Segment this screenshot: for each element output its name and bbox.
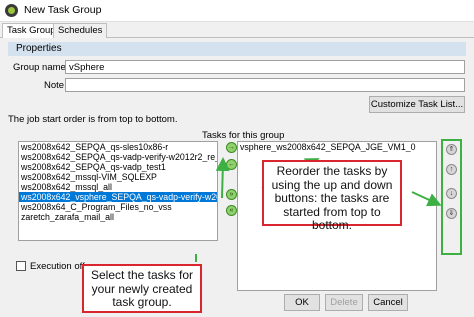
tab-task-group[interactable]: Task Group: [2, 23, 61, 39]
properties-header: Properties: [8, 42, 466, 56]
job-order-note: The job start order is from top to botto…: [8, 114, 178, 125]
add-task-arrow-icon[interactable]: →: [226, 142, 237, 153]
available-task-item[interactable]: ws2008x642_SEPQA_qs-sles10x86-r: [19, 142, 217, 152]
group-task-item[interactable]: vsphere_ws2008x642_SEPQA_JGE_VM1_0: [238, 142, 436, 152]
available-task-item[interactable]: ws2008x642_SEPQA_qs-vadp_test1: [19, 162, 217, 172]
available-task-item[interactable]: ws2008x642_mssql_all: [19, 182, 217, 192]
ok-button[interactable]: OK: [284, 294, 320, 311]
delete-button[interactable]: Delete: [325, 294, 363, 311]
remove-task-arrow-icon[interactable]: ←: [226, 159, 237, 170]
available-task-item[interactable]: ws2008x64_C_Program_Files_no_vss: [19, 202, 217, 212]
remove-all-tasks-icon[interactable]: «: [226, 205, 237, 216]
available-task-item[interactable]: ws2008x642_mssql-VIM_SQLEXP: [19, 172, 217, 182]
cancel-button[interactable]: Cancel: [368, 294, 408, 311]
available-tasks-list[interactable]: ws2008x642_SEPQA_qs-sles10x86-r ws2008x64…: [18, 141, 218, 241]
note-input[interactable]: [65, 78, 465, 92]
execution-off-checkbox[interactable]: [16, 261, 26, 271]
group-name-input[interactable]: [65, 60, 465, 74]
execution-off-label: Execution off: [30, 261, 85, 272]
available-task-item[interactable]: zaretch_zarafa_mail_all: [19, 212, 217, 222]
tab-bar: Task Group Schedules: [0, 22, 474, 39]
main-panel: Properties Group name: Note: Customize T…: [0, 38, 474, 317]
available-task-item[interactable]: ws2008x642_vsphere_SEPQA_qs-vadp-verify-…: [19, 192, 217, 202]
select-tasks-callout: Select the tasks for your newly created …: [82, 264, 202, 313]
note-label: Note:: [44, 80, 67, 91]
window-title: New Task Group: [24, 4, 102, 16]
move-bottom-icon[interactable]: ⇓: [446, 208, 457, 219]
available-task-item[interactable]: ws2008x642_SEPQA_qs-vadp-verify-w2012r2_…: [19, 152, 217, 162]
move-top-icon[interactable]: ⇑: [446, 144, 457, 155]
move-up-icon[interactable]: ↑: [446, 164, 457, 175]
group-name-label: Group name:: [13, 62, 69, 73]
add-all-tasks-icon[interactable]: »: [226, 189, 237, 200]
reorder-callout: Reorder the tasks by using the up and do…: [262, 160, 402, 232]
customize-task-list-button[interactable]: Customize Task List...: [369, 96, 465, 113]
tab-schedules[interactable]: Schedules: [53, 23, 108, 38]
move-down-icon[interactable]: ↓: [446, 188, 457, 199]
title-bar: New Task Group: [0, 0, 474, 22]
app-logo-icon: [5, 4, 18, 17]
tasks-for-group-label: Tasks for this group: [202, 130, 285, 141]
